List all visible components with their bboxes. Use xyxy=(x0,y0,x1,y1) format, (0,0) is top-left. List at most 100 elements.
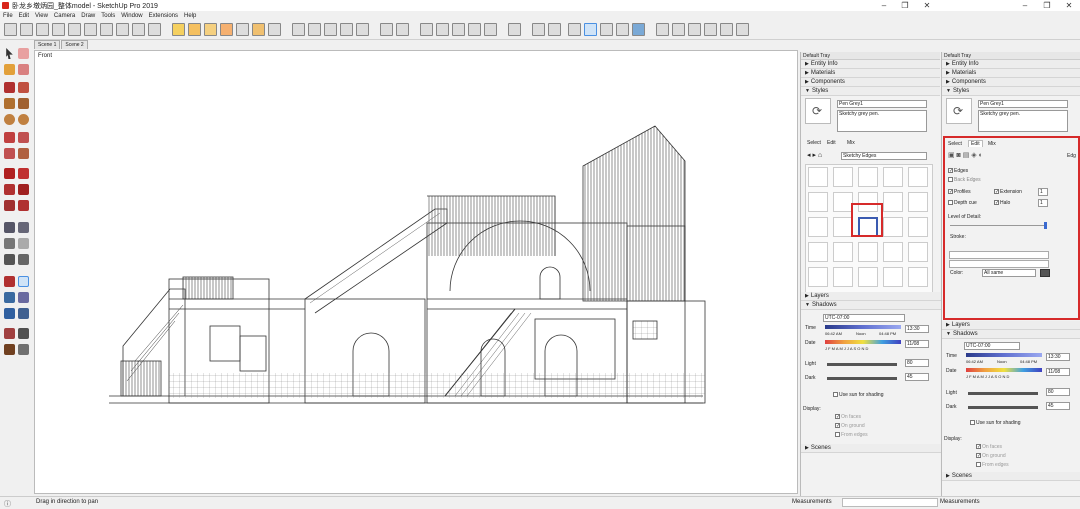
use-sun-checkbox[interactable]: Use sun for shading xyxy=(970,420,1020,426)
restore-button-2[interactable]: ❐ xyxy=(1040,0,1054,11)
style-thumbnail-item[interactable] xyxy=(858,167,878,187)
time-input[interactable]: 13:30 xyxy=(1046,353,1070,361)
utc-select[interactable]: UTC-07:00 xyxy=(964,342,1020,350)
section-layers[interactable]: ▶ Layers xyxy=(942,321,1080,330)
protractor-icon[interactable] xyxy=(132,23,145,36)
three-point-arc-icon[interactable] xyxy=(4,148,15,159)
section-materials[interactable]: ▶ Materials xyxy=(801,69,940,78)
offset-icon[interactable] xyxy=(18,200,29,211)
freehand-icon[interactable] xyxy=(18,82,29,93)
text-tool-icon[interactable] xyxy=(84,23,97,36)
section-layers[interactable]: ▶ Layers xyxy=(801,292,941,301)
section-entity-info[interactable]: ▶ Entity Info xyxy=(942,60,1080,69)
time-slider-bar[interactable] xyxy=(825,325,901,329)
axes-icon[interactable] xyxy=(4,254,15,265)
collection-select[interactable]: Sketchy Edges xyxy=(841,152,927,160)
zoom-window-icon[interactable] xyxy=(18,292,29,303)
style-thumbnail-item[interactable] xyxy=(883,167,903,187)
section-components[interactable]: ▶ Components xyxy=(942,78,1080,87)
style-thumbnail-item[interactable] xyxy=(833,242,853,262)
two-point-arc-icon[interactable] xyxy=(18,132,29,143)
trim-icon[interactable] xyxy=(600,23,613,36)
style-thumbnail-item[interactable] xyxy=(908,242,928,262)
orbit-icon[interactable] xyxy=(4,276,15,287)
date-input[interactable]: 11/08 xyxy=(1046,368,1070,376)
on-faces-checkbox[interactable]: On faces xyxy=(976,444,1002,450)
section-styles[interactable]: ▼ Styles xyxy=(942,87,1080,96)
section-entity-info[interactable]: ▶ Entity Info xyxy=(801,60,940,69)
dark-input[interactable]: 45 xyxy=(1046,402,1070,410)
solid-tools-icon[interactable] xyxy=(632,23,645,36)
look-around-icon[interactable] xyxy=(18,328,29,339)
light-slider[interactable] xyxy=(827,363,897,366)
textures-icon[interactable] xyxy=(468,23,481,36)
walk-tool-icon[interactable] xyxy=(292,23,305,36)
pan-icon[interactable] xyxy=(18,276,29,287)
arc-tool-icon[interactable] xyxy=(220,23,233,36)
menu-camera[interactable]: Camera xyxy=(51,11,78,21)
style-name-field[interactable]: Pen Grey1 xyxy=(978,100,1068,108)
extension-input[interactable]: 1 xyxy=(1038,188,1048,196)
on-ground-checkbox[interactable]: On ground xyxy=(976,453,1006,459)
rotate-icon[interactable] xyxy=(4,184,15,195)
color-select[interactable]: All same xyxy=(982,269,1036,277)
style-thumbnail-item[interactable] xyxy=(833,217,853,237)
style-thumbnail-item[interactable] xyxy=(883,267,903,287)
rectangle-tool-icon[interactable] xyxy=(172,23,185,36)
stroke-preview-2[interactable] xyxy=(949,260,1049,268)
rectangle-icon[interactable] xyxy=(4,98,15,109)
tape-icon[interactable] xyxy=(4,222,15,233)
halo-input[interactable]: 1 xyxy=(1038,199,1048,207)
dark-slider[interactable] xyxy=(968,406,1038,409)
right-view-icon[interactable] xyxy=(356,23,369,36)
close-button-2[interactable]: ✕ xyxy=(1062,0,1076,11)
profiles-checkbox[interactable]: Profiles xyxy=(948,189,971,195)
style-thumbnail-item[interactable] xyxy=(858,267,878,287)
tab-mix[interactable]: Mix xyxy=(847,140,855,146)
paint-bucket-icon[interactable] xyxy=(36,23,49,36)
edges-checkbox[interactable]: Edges xyxy=(948,168,968,174)
back-edges-checkbox[interactable]: Back Edges xyxy=(948,177,981,183)
monochrome-icon[interactable] xyxy=(484,23,497,36)
extension-warehouse-icon[interactable] xyxy=(736,23,749,36)
subtract-icon[interactable] xyxy=(584,23,597,36)
style-thumbnail-item[interactable] xyxy=(908,167,928,187)
line-tool-icon[interactable] xyxy=(4,82,15,93)
back-edges-icon[interactable] xyxy=(396,23,409,36)
photo-texture-icon[interactable] xyxy=(704,23,717,36)
dimension-icon[interactable] xyxy=(148,23,161,36)
style-thumbnail-item[interactable] xyxy=(908,217,928,237)
x-ray-icon[interactable] xyxy=(380,23,393,36)
refresh-icon[interactable]: ⟳ xyxy=(953,104,963,118)
depth-cue-checkbox[interactable]: Depth cue xyxy=(948,200,977,206)
time-slider-bar[interactable] xyxy=(966,353,1042,357)
shaded-icon[interactable] xyxy=(452,23,465,36)
protractor-icon-left[interactable] xyxy=(4,238,15,249)
tab-scene-2[interactable]: Scene 2 xyxy=(61,40,88,49)
style-thumbnail-item[interactable] xyxy=(908,192,928,212)
light-slider[interactable] xyxy=(968,392,1038,395)
date-slider-bar[interactable] xyxy=(966,368,1042,372)
section-scenes[interactable]: ▶ Scenes xyxy=(801,444,941,453)
text-icon[interactable] xyxy=(18,238,29,249)
paint-icon[interactable] xyxy=(4,64,15,75)
date-input[interactable]: 11/08 xyxy=(905,340,929,348)
level-of-detail-slider[interactable] xyxy=(950,225,1046,226)
drawing-viewport[interactable]: Front xyxy=(34,50,798,494)
pie-icon[interactable] xyxy=(18,148,29,159)
share-model-icon[interactable] xyxy=(672,23,685,36)
from-edges-checkbox[interactable]: From edges xyxy=(976,462,1009,468)
style-thumbnail-item[interactable] xyxy=(883,217,903,237)
circle-icon[interactable] xyxy=(4,114,15,125)
select-arrow-icon[interactable] xyxy=(6,48,13,59)
section-components[interactable]: ▶ Components xyxy=(801,78,940,87)
home-icon[interactable] xyxy=(688,23,701,36)
menu-draw[interactable]: Draw xyxy=(78,11,98,21)
style-thumbnail-item[interactable] xyxy=(833,192,853,212)
halo-checkbox[interactable]: Halo xyxy=(994,200,1010,206)
tab-select[interactable]: Select xyxy=(807,140,821,146)
zoom-extents-icon[interactable] xyxy=(4,308,15,319)
warehouse-icon[interactable] xyxy=(656,23,669,36)
scale-icon[interactable] xyxy=(4,200,15,211)
section-plane-icon-left[interactable] xyxy=(18,344,29,355)
